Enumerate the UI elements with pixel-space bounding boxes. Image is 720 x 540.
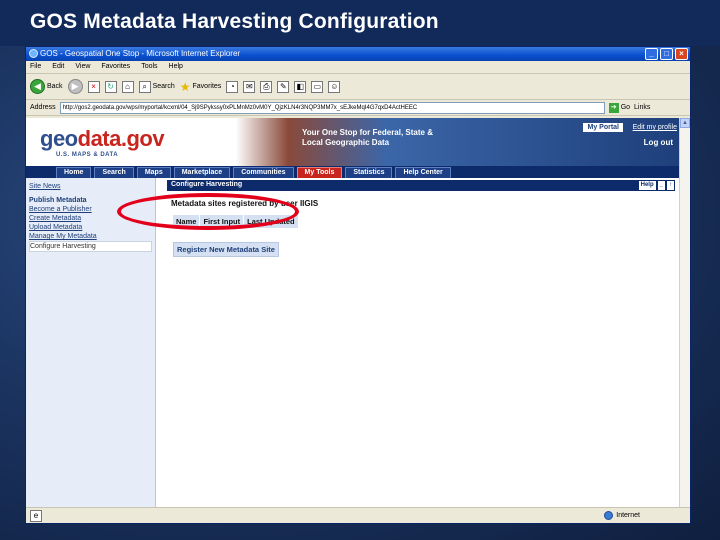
menu-tools[interactable]: Tools xyxy=(141,63,157,73)
site-news-link[interactable]: Site News xyxy=(29,182,152,191)
search-icon: ⌕ xyxy=(138,80,151,93)
home-icon[interactable]: ⌂ xyxy=(121,80,134,93)
site-nav: Home Search Maps Marketplace Communities… xyxy=(26,166,681,178)
tab-communities[interactable]: Communities xyxy=(233,167,294,178)
go-arrow-icon: ➔ xyxy=(608,102,619,113)
left-navigation: Site News Publish Metadata Become a Publ… xyxy=(26,178,156,508)
address-input[interactable]: http://gos2.geodata.gov/wps/myportal/kcx… xyxy=(59,101,605,114)
search-label: Search xyxy=(152,83,175,90)
address-bar: Address http://gos2.geodata.gov/wps/mypo… xyxy=(26,100,690,116)
page-status-icon: e xyxy=(30,509,42,522)
menu-file[interactable]: File xyxy=(30,63,41,73)
menu-favorites[interactable]: Favorites xyxy=(101,63,130,73)
ie-icon xyxy=(29,49,38,58)
nav-configure-harvesting[interactable]: Configure Harvesting xyxy=(29,241,152,252)
close-button[interactable]: × xyxy=(675,48,688,60)
mail-icon[interactable]: ✉ xyxy=(243,80,256,93)
globe-icon xyxy=(604,511,614,520)
favorites-label: Favorites xyxy=(192,83,222,90)
scroll-up-icon[interactable]: ▲ xyxy=(680,118,690,128)
back-button[interactable]: ◀ Back xyxy=(30,79,63,94)
tab-help-center[interactable]: Help Center xyxy=(395,167,451,178)
tab-my-tools[interactable]: My Tools xyxy=(296,167,343,178)
search-button[interactable]: ⌕ Search xyxy=(138,80,175,93)
refresh-icon[interactable]: ↻ xyxy=(104,80,117,93)
menu-edit[interactable]: Edit xyxy=(52,63,64,73)
logout-link[interactable]: Log out xyxy=(644,138,673,147)
my-portal-tab[interactable]: My Portal xyxy=(583,123,623,132)
slide-title: GOS Metadata Harvesting Configuration xyxy=(0,0,720,46)
nav-manage-metadata[interactable]: Manage My Metadata xyxy=(29,232,152,241)
tab-statistics[interactable]: Statistics xyxy=(345,167,393,178)
folder-icon[interactable]: ▭ xyxy=(311,80,324,93)
maximize-button[interactable]: □ xyxy=(660,48,673,60)
site-header: geodata.gov U.S. MAPS & DATA Your One St… xyxy=(26,118,681,166)
vertical-scrollbar[interactable]: ▲ xyxy=(679,118,690,508)
panel-minimize-button[interactable]: _ xyxy=(657,181,665,190)
window-title: GOS - Geospatial One Stop - Microsoft In… xyxy=(40,49,241,58)
browser-toolbar: ◀ Back ▶ × ↻ ⌂ ⌕ Search ★ Favorites ◔ ✉ … xyxy=(26,74,690,100)
logo-subtitle: U.S. MAPS & DATA xyxy=(56,152,119,158)
status-zone-label: Internet xyxy=(616,512,640,519)
go-button[interactable]: ➔ Go xyxy=(608,102,631,113)
menu-view[interactable]: View xyxy=(75,63,90,73)
print-icon[interactable]: ⎙ xyxy=(260,80,273,93)
panel-title: Configure Harvesting xyxy=(171,181,243,188)
stop-icon[interactable]: × xyxy=(87,80,100,93)
highlight-circle xyxy=(117,193,299,230)
panel-header: Configure Harvesting Help _ ↑ xyxy=(167,180,675,191)
window-titlebar: GOS - Geospatial One Stop - Microsoft In… xyxy=(26,47,690,61)
back-arrow-icon: ◀ xyxy=(30,79,45,94)
menu-help[interactable]: Help xyxy=(169,63,183,73)
geodata-logo[interactable]: geodata.gov xyxy=(40,126,165,152)
favorites-button[interactable]: ★ Favorites xyxy=(180,80,222,94)
tab-maps[interactable]: Maps xyxy=(136,167,171,178)
discuss-icon[interactable]: ◧ xyxy=(294,80,307,93)
forward-arrow-icon[interactable]: ▶ xyxy=(67,79,83,94)
tab-home[interactable]: Home xyxy=(56,167,92,178)
nav-upload-metadata[interactable]: Upload Metadata xyxy=(29,223,152,232)
security-zone: Internet xyxy=(604,511,640,520)
panel-help-button[interactable]: Help xyxy=(638,181,656,190)
edit-profile-link[interactable]: Edit my profile xyxy=(633,124,677,131)
logo-data-text: data.gov xyxy=(77,126,165,151)
page-viewport: geodata.gov U.S. MAPS & DATA Your One St… xyxy=(26,118,681,508)
tab-search[interactable]: Search xyxy=(94,167,134,178)
logo-geo-text: geo xyxy=(40,126,78,151)
site-tagline: Your One Stop for Federal, State & Local… xyxy=(302,128,433,147)
register-new-site-button[interactable]: Register New Metadata Site xyxy=(173,242,279,257)
panel-maximize-button[interactable]: ↑ xyxy=(667,181,674,190)
back-label: Back xyxy=(47,83,63,90)
status-bar: e Internet xyxy=(26,507,690,523)
star-icon: ★ xyxy=(179,79,191,94)
links-label[interactable]: Links xyxy=(634,104,650,111)
messenger-icon[interactable]: ☺ xyxy=(328,80,341,93)
history-icon[interactable]: ◔ xyxy=(226,80,239,93)
menu-bar: File Edit View Favorites Tools Help xyxy=(26,61,690,74)
tab-marketplace[interactable]: Marketplace xyxy=(173,167,231,178)
address-label: Address xyxy=(30,104,56,111)
minimize-button[interactable]: _ xyxy=(645,48,658,60)
go-label: Go xyxy=(620,104,631,111)
edit-icon[interactable]: ✎ xyxy=(277,80,290,93)
browser-window: GOS - Geospatial One Stop - Microsoft In… xyxy=(25,46,691,524)
